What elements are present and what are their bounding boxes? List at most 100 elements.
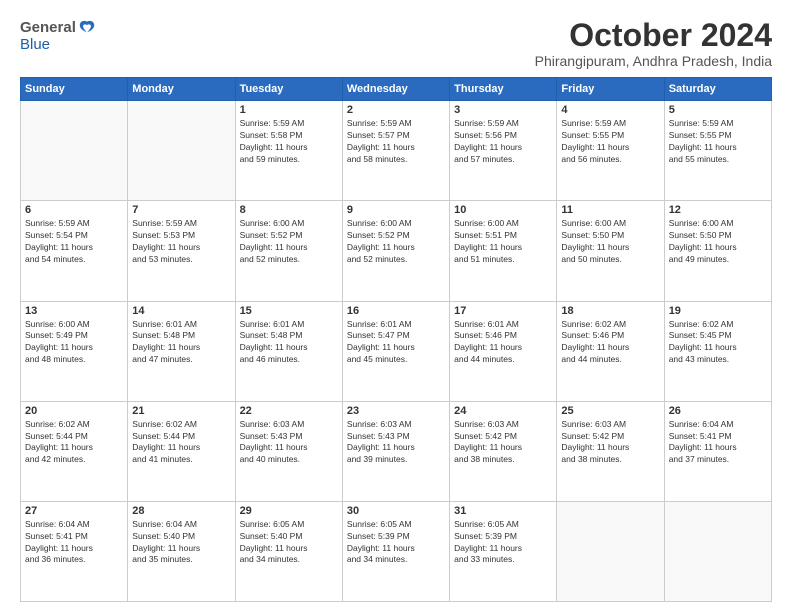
cell-info: Sunrise: 6:01 AM Sunset: 5:46 PM Dayligh… [454, 319, 552, 367]
day-number: 15 [240, 305, 338, 317]
location: Phirangipuram, Andhra Pradesh, India [535, 53, 772, 69]
day-number: 17 [454, 305, 552, 317]
day-number: 27 [25, 505, 123, 517]
day-number: 28 [132, 505, 230, 517]
calendar-cell [664, 501, 771, 601]
logo-blue-text: Blue [20, 36, 50, 53]
day-number: 11 [561, 204, 659, 216]
day-number: 14 [132, 305, 230, 317]
day-number: 26 [669, 405, 767, 417]
day-number: 12 [669, 204, 767, 216]
day-number: 30 [347, 505, 445, 517]
calendar-cell: 17 Sunrise: 6:01 AM Sunset: 5:46 PM Dayli… [450, 301, 557, 401]
day-header-saturday: Saturday [664, 78, 771, 101]
cell-info: Sunrise: 6:02 AM Sunset: 5:45 PM Dayligh… [669, 319, 767, 367]
cell-info: Sunrise: 6:00 AM Sunset: 5:50 PM Dayligh… [561, 218, 659, 266]
day-number: 18 [561, 305, 659, 317]
day-number: 23 [347, 405, 445, 417]
month-title: October 2024 [535, 18, 772, 53]
calendar-cell: 9 Sunrise: 6:00 AM Sunset: 5:52 PM Daylig… [342, 201, 449, 301]
day-number: 20 [25, 405, 123, 417]
cell-info: Sunrise: 6:02 AM Sunset: 5:46 PM Dayligh… [561, 319, 659, 367]
calendar-cell: 23Sunrise: 6:03 AM Sunset: 5:43 PM Dayli… [342, 401, 449, 501]
calendar-cell: 12 Sunrise: 6:00 AM Sunset: 5:50 PM Dayli… [664, 201, 771, 301]
day-number: 5 [669, 104, 767, 116]
logo-general-text: General [20, 19, 76, 36]
header: General Blue October 2024 Phirangipuram,… [20, 18, 772, 69]
day-number: 8 [240, 204, 338, 216]
calendar-cell [21, 101, 128, 201]
calendar-cell: 30 Sunrise: 6:05 AM Sunset: 5:39 PM Dayli… [342, 501, 449, 601]
day-number: 9 [347, 204, 445, 216]
calendar-cell: 8 Sunrise: 6:00 AM Sunset: 5:52 PM Daylig… [235, 201, 342, 301]
calendar-page: General Blue October 2024 Phirangipuram,… [0, 0, 792, 612]
cell-info: Sunrise: 6:01 AM Sunset: 5:48 PM Dayligh… [240, 319, 338, 367]
cell-info: Sunrise: 6:02 AM Sunset: 5:44 PM Dayligh… [25, 419, 123, 467]
cell-info: Sunrise: 6:00 AM Sunset: 5:52 PM Dayligh… [240, 218, 338, 266]
day-number: 19 [669, 305, 767, 317]
cell-info: Sunrise: 6:00 AM Sunset: 5:51 PM Dayligh… [454, 218, 552, 266]
cell-info: Sunrise: 6:03 AM Sunset: 5:43 PM Dayligh… [240, 419, 338, 467]
cell-info: Sunrise: 6:01 AM Sunset: 5:47 PM Dayligh… [347, 319, 445, 367]
day-header-monday: Monday [128, 78, 235, 101]
calendar-cell: 10 Sunrise: 6:00 AM Sunset: 5:51 PM Dayli… [450, 201, 557, 301]
day-number: 2 [347, 104, 445, 116]
day-number: 6 [25, 204, 123, 216]
day-number: 21 [132, 405, 230, 417]
day-number: 22 [240, 405, 338, 417]
day-number: 13 [25, 305, 123, 317]
cell-info: Sunrise: 6:04 AM Sunset: 5:41 PM Dayligh… [25, 519, 123, 567]
day-header-wednesday: Wednesday [342, 78, 449, 101]
day-number: 7 [132, 204, 230, 216]
cell-info: Sunrise: 6:05 AM Sunset: 5:39 PM Dayligh… [454, 519, 552, 567]
day-number: 1 [240, 104, 338, 116]
day-number: 31 [454, 505, 552, 517]
calendar-cell: 14 Sunrise: 6:01 AM Sunset: 5:48 PM Dayli… [128, 301, 235, 401]
calendar-cell: 15 Sunrise: 6:01 AM Sunset: 5:48 PM Dayli… [235, 301, 342, 401]
calendar-cell: 27 Sunrise: 6:04 AM Sunset: 5:41 PM Dayli… [21, 501, 128, 601]
day-number: 24 [454, 405, 552, 417]
calendar-cell: 29Sunrise: 6:05 AM Sunset: 5:40 PM Dayli… [235, 501, 342, 601]
day-number: 3 [454, 104, 552, 116]
cell-info: Sunrise: 6:04 AM Sunset: 5:41 PM Dayligh… [669, 419, 767, 467]
week-row-2: 6Sunrise: 5:59 AM Sunset: 5:54 PM Daylig… [21, 201, 772, 301]
cell-info: Sunrise: 6:05 AM Sunset: 5:40 PM Dayligh… [240, 519, 338, 567]
calendar-cell: 5Sunrise: 5:59 AM Sunset: 5:55 PM Daylig… [664, 101, 771, 201]
cell-info: Sunrise: 5:59 AM Sunset: 5:53 PM Dayligh… [132, 218, 230, 266]
day-header-tuesday: Tuesday [235, 78, 342, 101]
calendar-cell: 25Sunrise: 6:03 AM Sunset: 5:42 PM Dayli… [557, 401, 664, 501]
week-row-4: 20 Sunrise: 6:02 AM Sunset: 5:44 PM Dayli… [21, 401, 772, 501]
cell-info: Sunrise: 5:59 AM Sunset: 5:57 PM Dayligh… [347, 118, 445, 166]
calendar-cell: 24Sunrise: 6:03 AM Sunset: 5:42 PM Dayli… [450, 401, 557, 501]
cell-info: Sunrise: 6:00 AM Sunset: 5:52 PM Dayligh… [347, 218, 445, 266]
calendar-cell: 11 Sunrise: 6:00 AM Sunset: 5:50 PM Dayli… [557, 201, 664, 301]
calendar-cell: 31 Sunrise: 6:05 AM Sunset: 5:39 PM Dayli… [450, 501, 557, 601]
calendar-cell: 18 Sunrise: 6:02 AM Sunset: 5:46 PM Dayli… [557, 301, 664, 401]
calendar-cell: 7 Sunrise: 5:59 AM Sunset: 5:53 PM Daylig… [128, 201, 235, 301]
title-block: October 2024 Phirangipuram, Andhra Prade… [535, 18, 772, 69]
calendar-cell: 21Sunrise: 6:02 AM Sunset: 5:44 PM Dayli… [128, 401, 235, 501]
week-row-1: 1Sunrise: 5:59 AM Sunset: 5:58 PM Daylig… [21, 101, 772, 201]
cell-info: Sunrise: 6:05 AM Sunset: 5:39 PM Dayligh… [347, 519, 445, 567]
day-header-thursday: Thursday [450, 78, 557, 101]
cell-info: Sunrise: 6:00 AM Sunset: 5:50 PM Dayligh… [669, 218, 767, 266]
calendar-cell: 2 Sunrise: 5:59 AM Sunset: 5:57 PM Daylig… [342, 101, 449, 201]
cell-info: Sunrise: 5:59 AM Sunset: 5:55 PM Dayligh… [561, 118, 659, 166]
week-row-3: 13Sunrise: 6:00 AM Sunset: 5:49 PM Dayli… [21, 301, 772, 401]
day-number: 16 [347, 305, 445, 317]
calendar-cell: 13Sunrise: 6:00 AM Sunset: 5:49 PM Dayli… [21, 301, 128, 401]
calendar-cell: 6Sunrise: 5:59 AM Sunset: 5:54 PM Daylig… [21, 201, 128, 301]
calendar-header-row: SundayMondayTuesdayWednesdayThursdayFrid… [21, 78, 772, 101]
day-number: 4 [561, 104, 659, 116]
cell-info: Sunrise: 6:03 AM Sunset: 5:42 PM Dayligh… [561, 419, 659, 467]
calendar-cell: 1Sunrise: 5:59 AM Sunset: 5:58 PM Daylig… [235, 101, 342, 201]
week-row-5: 27 Sunrise: 6:04 AM Sunset: 5:41 PM Dayli… [21, 501, 772, 601]
cell-info: Sunrise: 6:01 AM Sunset: 5:48 PM Dayligh… [132, 319, 230, 367]
calendar-cell: 4 Sunrise: 5:59 AM Sunset: 5:55 PM Daylig… [557, 101, 664, 201]
calendar-cell: 3Sunrise: 5:59 AM Sunset: 5:56 PM Daylig… [450, 101, 557, 201]
logo: General Blue [20, 18, 96, 53]
calendar-cell: 26 Sunrise: 6:04 AM Sunset: 5:41 PM Dayli… [664, 401, 771, 501]
cell-info: Sunrise: 6:04 AM Sunset: 5:40 PM Dayligh… [132, 519, 230, 567]
day-number: 10 [454, 204, 552, 216]
calendar-cell: 20 Sunrise: 6:02 AM Sunset: 5:44 PM Dayli… [21, 401, 128, 501]
